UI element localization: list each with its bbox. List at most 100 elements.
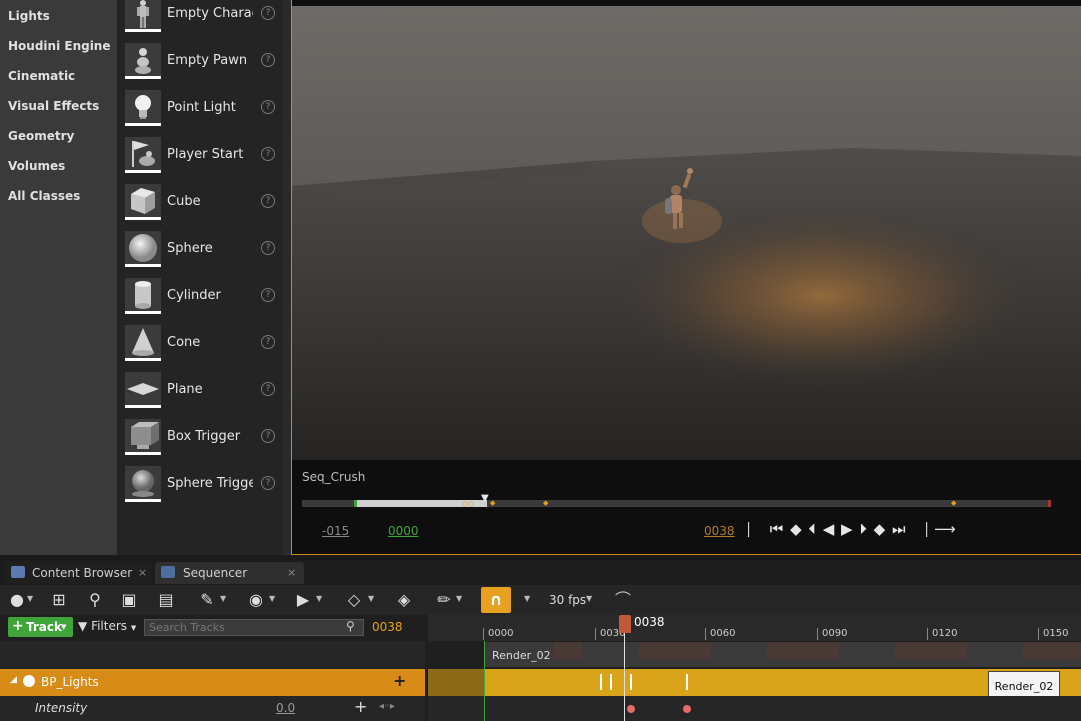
property-value-field[interactable]: 0.0	[276, 701, 295, 715]
search-icon[interactable]: ⚲	[346, 619, 355, 633]
category-geometry[interactable]: Geometry	[8, 129, 74, 143]
help-icon[interactable]: ?	[261, 6, 275, 20]
curve-editor-icon[interactable]: ⌒	[610, 587, 636, 613]
wrench-icon[interactable]: ✎	[194, 587, 220, 613]
next-key-icon[interactable]: ◆	[874, 520, 887, 538]
next-shot-icon[interactable]: ⏭	[892, 520, 907, 538]
help-icon[interactable]: ?	[261, 335, 275, 349]
add-key-button[interactable]: +	[354, 697, 367, 716]
placement-item-cylinder[interactable]: Cylinder ?	[125, 278, 285, 318]
loop-icon[interactable]: ⟶	[934, 520, 957, 538]
current-frame-field[interactable]: 0038	[704, 524, 735, 538]
close-icon[interactable]: ×	[138, 566, 147, 579]
placement-item-sphere-trigger[interactable]: Sphere Trigger ?	[125, 466, 285, 506]
chevron-down-icon[interactable]: ▼	[220, 594, 226, 603]
search-tracks-input[interactable]	[144, 619, 364, 636]
category-lights[interactable]: Lights	[8, 9, 50, 23]
time-ruler[interactable]: 0000 0030 0060 0090 0120 0150 0038	[428, 615, 1081, 641]
camera-icon[interactable]: ▣	[116, 587, 142, 613]
auto-key-icon[interactable]: ◈	[391, 587, 417, 613]
help-icon[interactable]: ?	[261, 53, 275, 67]
help-icon[interactable]: ?	[261, 100, 275, 114]
start-marker	[354, 500, 357, 507]
category-visual-effects[interactable]: Visual Effects	[8, 99, 99, 113]
in-frame-field[interactable]: 0000	[388, 524, 419, 538]
category-houdini-engine[interactable]: Houdini Engine	[8, 39, 111, 53]
step-forward-icon[interactable]: ⏵	[859, 520, 868, 538]
chevron-down-icon[interactable]: ▼	[524, 594, 530, 603]
chevron-down-icon[interactable]: ▼	[368, 594, 374, 603]
clapper-icon[interactable]: ▤	[153, 587, 179, 613]
pencil-icon[interactable]: ✏	[431, 587, 457, 613]
chevron-down-icon[interactable]: ▼	[269, 594, 275, 603]
placement-item-plane[interactable]: Plane ?	[125, 372, 285, 412]
play-mode-icon[interactable]: ▶	[290, 587, 316, 613]
chevron-down-icon[interactable]: ▼	[456, 594, 462, 603]
cylinder-icon	[125, 278, 161, 314]
placement-item-empty-character[interactable]: Empty Character ?	[125, 0, 285, 36]
eye-icon[interactable]: ◉	[243, 587, 269, 613]
start-frame-field[interactable]: -015	[322, 524, 349, 538]
help-icon[interactable]: ?	[261, 194, 275, 208]
keyframe-bar[interactable]	[610, 674, 612, 690]
placement-item-cube[interactable]: Cube ?	[125, 184, 285, 224]
placement-item-cone[interactable]: Cone ?	[125, 325, 285, 365]
viewport-playhead[interactable]: ▼	[481, 493, 489, 504]
current-frame-display[interactable]: 0038	[372, 620, 403, 634]
chevron-down-icon[interactable]: ▼	[27, 594, 33, 603]
help-icon[interactable]: ?	[261, 382, 275, 396]
add-property-button[interactable]: +	[393, 671, 406, 690]
category-volumes[interactable]: Volumes	[8, 159, 65, 173]
prev-shot-icon[interactable]: ⏮	[770, 520, 785, 538]
search-icon[interactable]: ⚲	[82, 587, 108, 613]
placement-item-player-start[interactable]: Player Start ?	[125, 137, 285, 177]
timeline-panel[interactable]: 0000 0030 0060 0090 0120 0150 0038 Rende…	[428, 615, 1081, 721]
play-reverse-icon[interactable]: ◀	[823, 520, 836, 538]
chevron-down-icon[interactable]: ▼	[316, 594, 322, 603]
key-icon[interactable]: ◇	[341, 587, 367, 613]
snap-magnet-icon[interactable]: ∩	[481, 587, 511, 613]
add-track-button[interactable]: + Track ▼	[8, 617, 73, 637]
jump-to-start-icon[interactable]: ⎸	[748, 520, 764, 538]
level-viewport[interactable]: Seq_Crush ◇◇ ◆ ◆ ◆ ▼ -015 0000 0038 ⎸ ⏮ …	[291, 0, 1081, 555]
filters-dropdown[interactable]: ▼ Filters ▼	[78, 619, 136, 633]
placement-item-empty-pawn[interactable]: Empty Pawn ?	[125, 43, 285, 83]
keyframe-dot[interactable]	[683, 705, 691, 713]
item-label: Cone	[167, 335, 201, 350]
step-back-icon[interactable]: ⏴	[808, 520, 817, 538]
category-cinematic[interactable]: Cinematic	[8, 69, 75, 83]
play-icon[interactable]: ▶	[841, 520, 854, 538]
property-row-intensity[interactable]: Intensity 0.0 + ◂◦▸	[0, 696, 425, 721]
close-icon[interactable]: ×	[287, 566, 296, 579]
tab-content-browser[interactable]: Content Browser ×	[5, 562, 151, 584]
track-row-bp-lights[interactable]: ◢ BP_Lights +	[0, 669, 425, 696]
help-icon[interactable]: ?	[261, 476, 275, 490]
shot-section[interactable]: Render_02	[484, 642, 1081, 667]
keyframe-bar[interactable]	[686, 674, 688, 690]
playback-controls: ⎸ ⏮ ◆ ⏴ ◀ ▶ ⏵ ◆ ⏭ ⎹ ⟶	[748, 520, 957, 538]
track-section[interactable]: Render_02	[484, 669, 1081, 701]
property-track-lane[interactable]	[428, 696, 1081, 721]
help-icon[interactable]: ?	[261, 241, 275, 255]
keyframe-bar[interactable]	[630, 674, 632, 690]
keyframe-dot[interactable]	[627, 705, 635, 713]
placement-item-box-trigger[interactable]: Box Trigger ?	[125, 419, 285, 459]
viewport-scene[interactable]	[292, 6, 1081, 460]
prev-key-icon[interactable]: ◆	[790, 520, 803, 538]
placement-item-point-light[interactable]: Point Light ?	[125, 90, 285, 130]
playhead-handle[interactable]	[619, 615, 631, 633]
help-icon[interactable]: ?	[261, 288, 275, 302]
expand-arrow-icon[interactable]: ◢	[10, 675, 17, 685]
key-navigation-icon[interactable]: ◂◦▸	[379, 701, 395, 712]
help-icon[interactable]: ?	[261, 429, 275, 443]
keyframe-bar[interactable]	[600, 674, 602, 690]
jump-to-end-icon[interactable]: ⎹	[912, 520, 928, 538]
add-actor-icon[interactable]: ⊞	[46, 587, 72, 613]
placement-item-sphere[interactable]: Sphere ?	[125, 231, 285, 271]
viewport-timeline-bar[interactable]: ◇◇ ◆ ◆ ◆ ▼	[302, 493, 1051, 508]
tab-sequencer[interactable]: Sequencer ×	[155, 562, 304, 584]
fps-dropdown[interactable]: 30 fps	[549, 593, 586, 607]
help-icon[interactable]: ?	[261, 147, 275, 161]
category-all-classes[interactable]: All Classes	[8, 189, 80, 203]
chevron-down-icon[interactable]: ▼	[586, 594, 592, 603]
